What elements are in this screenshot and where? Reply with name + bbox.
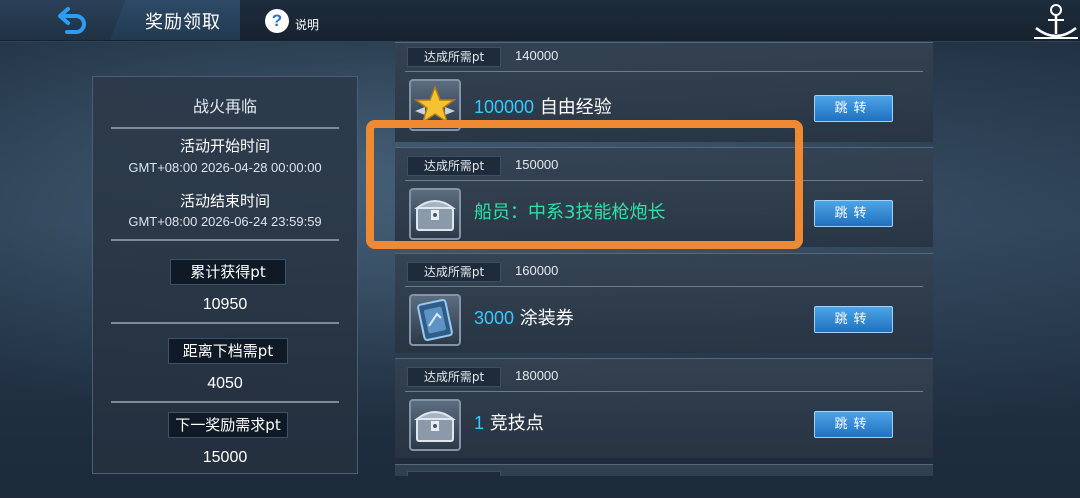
page-title: 奖励领取 xyxy=(145,12,221,33)
reward-row: 达成所需pt 140000 100000 自由经验 跳转 xyxy=(395,42,933,142)
start-time-label: 活动开始时间 xyxy=(179,137,270,155)
reward-name: 1 竞技点 xyxy=(474,409,544,435)
jump-button[interactable]: 跳转 xyxy=(814,411,893,438)
reward-item: 船员：中系3技能枪炮长 xyxy=(474,202,666,223)
reward-row: 达成所需pt 150000 船员：中系3技能枪炮长 跳转 xyxy=(395,147,933,247)
reward-item: 自由经验 xyxy=(539,97,612,118)
reward-item: 竞技点 xyxy=(489,413,544,434)
divider xyxy=(405,71,923,72)
help-button[interactable]: ? 说明 xyxy=(265,9,319,33)
divider xyxy=(111,239,339,241)
event-info-panel: 战火再临 活动开始时间 GMT+08:00 2026-04-28 00:00:0… xyxy=(92,76,358,474)
reward-row-partial xyxy=(395,464,933,476)
back-button[interactable] xyxy=(56,5,90,35)
requirement-label xyxy=(407,471,501,476)
jump-button[interactable]: 跳转 xyxy=(814,200,893,227)
reward-quantity: 3000 xyxy=(474,308,515,328)
next-reward-pt-label: 下一奖励需求pt xyxy=(168,412,288,438)
accumulated-pt-label: 累计获得pt xyxy=(170,259,286,285)
reward-name: 船员：中系3技能枪炮长 xyxy=(474,198,665,224)
reward-row: 达成所需pt 180000 1 竞技点 跳转 xyxy=(395,358,933,458)
reward-name: 100000 自由经验 xyxy=(474,93,612,119)
divider xyxy=(405,391,923,392)
requirement-label: 达成所需pt xyxy=(407,367,501,387)
requirement-value: 180000 xyxy=(515,368,559,383)
jump-button[interactable]: 跳转 xyxy=(814,95,893,122)
divider xyxy=(405,286,923,287)
question-icon: ? xyxy=(265,9,289,33)
camo-ticket-icon xyxy=(409,294,461,346)
end-time-label: 活动结束时间 xyxy=(179,192,270,210)
next-reward-pt-value: 15000 xyxy=(202,449,248,466)
anchor-logo-icon xyxy=(1034,4,1078,39)
reward-row: 达成所需pt 160000 3000 涂装券 跳转 xyxy=(395,253,933,353)
treasure-chest-icon xyxy=(409,188,461,240)
jump-button[interactable]: 跳转 xyxy=(814,306,893,333)
divider xyxy=(111,401,339,403)
divider xyxy=(111,127,339,129)
reward-quantity: 1 xyxy=(474,413,485,433)
reward-quantity: 100000 xyxy=(474,97,535,117)
event-name: 战火再临 xyxy=(192,97,257,116)
reward-name: 3000 涂装券 xyxy=(474,304,574,330)
requirement-label: 达成所需pt xyxy=(407,47,501,67)
divider xyxy=(111,322,339,324)
requirement-label: 达成所需pt xyxy=(407,156,501,176)
back-arrow-icon xyxy=(58,7,86,34)
divider xyxy=(405,180,923,181)
reward-item: 涂装券 xyxy=(519,308,574,329)
help-label: 说明 xyxy=(295,17,320,32)
gold-star-emblem-icon xyxy=(409,79,461,131)
next-tier-pt-label: 距离下档需pt xyxy=(168,338,288,364)
requirement-value: 150000 xyxy=(515,157,559,172)
requirement-value: 160000 xyxy=(515,263,559,278)
requirement-value: 140000 xyxy=(515,48,559,63)
reward-list[interactable]: 达成所需pt 140000 100000 自由经验 跳转 达成所需pt 1500… xyxy=(395,42,933,476)
top-bar: 奖励领取 ? 说明 xyxy=(0,0,1080,42)
accumulated-pt-value: 10950 xyxy=(202,296,248,313)
start-time-value: GMT+08:00 2026-04-28 00:00:00 xyxy=(128,160,322,175)
requirement-label: 达成所需pt xyxy=(407,262,501,282)
end-time-value: GMT+08:00 2026-06-24 23:59:59 xyxy=(128,214,322,229)
next-tier-pt-value: 4050 xyxy=(207,375,243,392)
treasure-chest-icon xyxy=(409,399,461,451)
